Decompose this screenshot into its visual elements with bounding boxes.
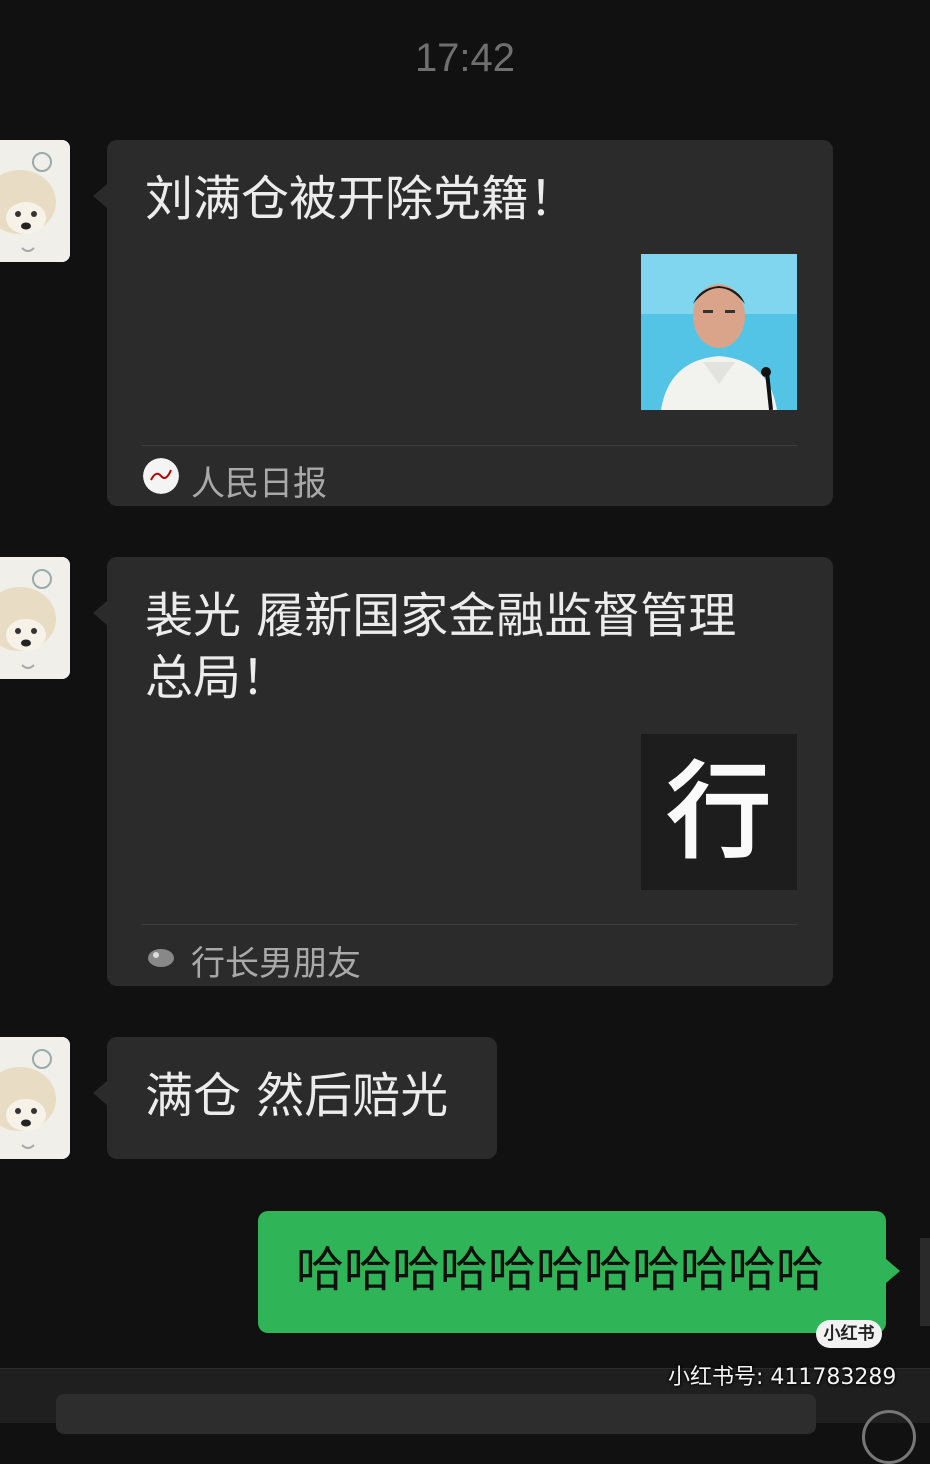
message-timestamp: 17:42 bbox=[414, 36, 516, 80]
card-title: 裴光 履新国家金融监督管理 总局！ bbox=[145, 585, 785, 709]
watermark-id-text: 小红书号: 411783289 bbox=[668, 1365, 897, 1390]
emoji-icon[interactable] bbox=[862, 1410, 916, 1464]
link-card[interactable]: 裴光 履新国家金融监督管理 总局！ 行 行长男朋友 bbox=[93, 557, 833, 986]
outgoing-message-bubble[interactable]: 哈哈哈哈哈哈哈哈哈哈哈 bbox=[258, 1211, 900, 1333]
card-divider bbox=[141, 924, 797, 925]
contact-avatar[interactable] bbox=[0, 557, 70, 679]
thumbnail-glyph: 行 bbox=[666, 751, 771, 873]
contact-avatar[interactable] bbox=[0, 140, 70, 262]
card-title: 刘满仓被开除党籍！ bbox=[145, 171, 578, 227]
card-source-name: 行长男朋友 bbox=[191, 944, 361, 984]
card-thumbnail bbox=[641, 254, 797, 410]
xiaohongshu-watermark-badge: 小红书 bbox=[816, 1320, 882, 1348]
contact-avatar[interactable] bbox=[0, 1037, 70, 1159]
link-card[interactable]: 刘满仓被开除党籍！ 人民日报 bbox=[93, 140, 833, 506]
card-thumbnail: 行 bbox=[641, 734, 797, 890]
card-source-name: 人民日报 bbox=[191, 464, 327, 504]
card-divider bbox=[141, 445, 797, 446]
card-title-line: 总局！ bbox=[145, 650, 290, 706]
message-input[interactable] bbox=[56, 1394, 816, 1434]
card-title-line: 裴光 履新国家金融监督管理 bbox=[145, 588, 737, 644]
self-avatar[interactable] bbox=[920, 1238, 930, 1326]
newspaper-logo-icon bbox=[143, 458, 179, 494]
account-avatar-icon bbox=[143, 938, 179, 974]
incoming-message-bubble[interactable]: 满仓 然后赔光 bbox=[93, 1037, 497, 1159]
